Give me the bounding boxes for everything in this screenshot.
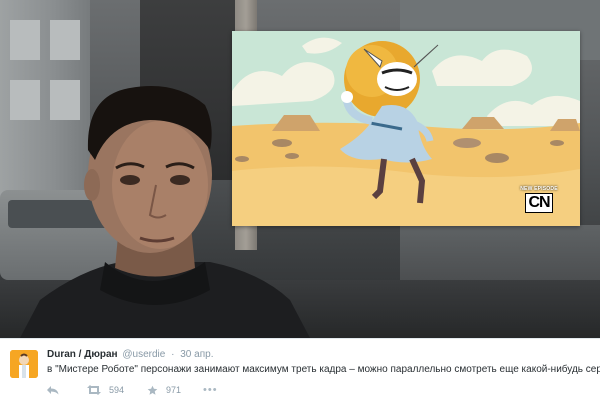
reply-button[interactable] (47, 385, 87, 395)
star-icon (147, 385, 158, 395)
user-handle[interactable]: @userdie (122, 349, 165, 360)
retweet-button[interactable]: 594 (87, 385, 147, 395)
cn-logo: CN (525, 193, 553, 213)
more-icon: ••• (203, 384, 218, 396)
badge-new-episode: NEW EPISODE (520, 186, 558, 192)
more-button[interactable]: ••• (203, 384, 218, 396)
avatar[interactable] (10, 350, 38, 378)
tweet-actions: 594 971 ••• (47, 383, 218, 397)
reply-icon (47, 386, 59, 395)
header-separator: · (171, 349, 175, 360)
video-still: NEW EPISODE CN (0, 0, 600, 338)
tweet: Duran / Дюран @userdie · 30 апр. в "Мист… (0, 338, 600, 405)
cartoon-network-badge: NEW EPISODE CN (516, 186, 562, 216)
display-name[interactable]: Duran / Дюран (47, 349, 118, 360)
favorite-button[interactable]: 971 (147, 385, 181, 396)
tweet-header: Duran / Дюран @userdie · 30 апр. (47, 349, 213, 360)
retweet-icon (87, 385, 101, 395)
tweet-text: в "Мистере Роботе" персонажи занимают ма… (47, 364, 600, 375)
cartoon-inset: NEW EPISODE CN (232, 31, 580, 226)
retweet-count: 594 (109, 385, 125, 395)
tweet-date[interactable]: 30 апр. (180, 349, 213, 360)
favorite-count: 971 (166, 385, 182, 395)
